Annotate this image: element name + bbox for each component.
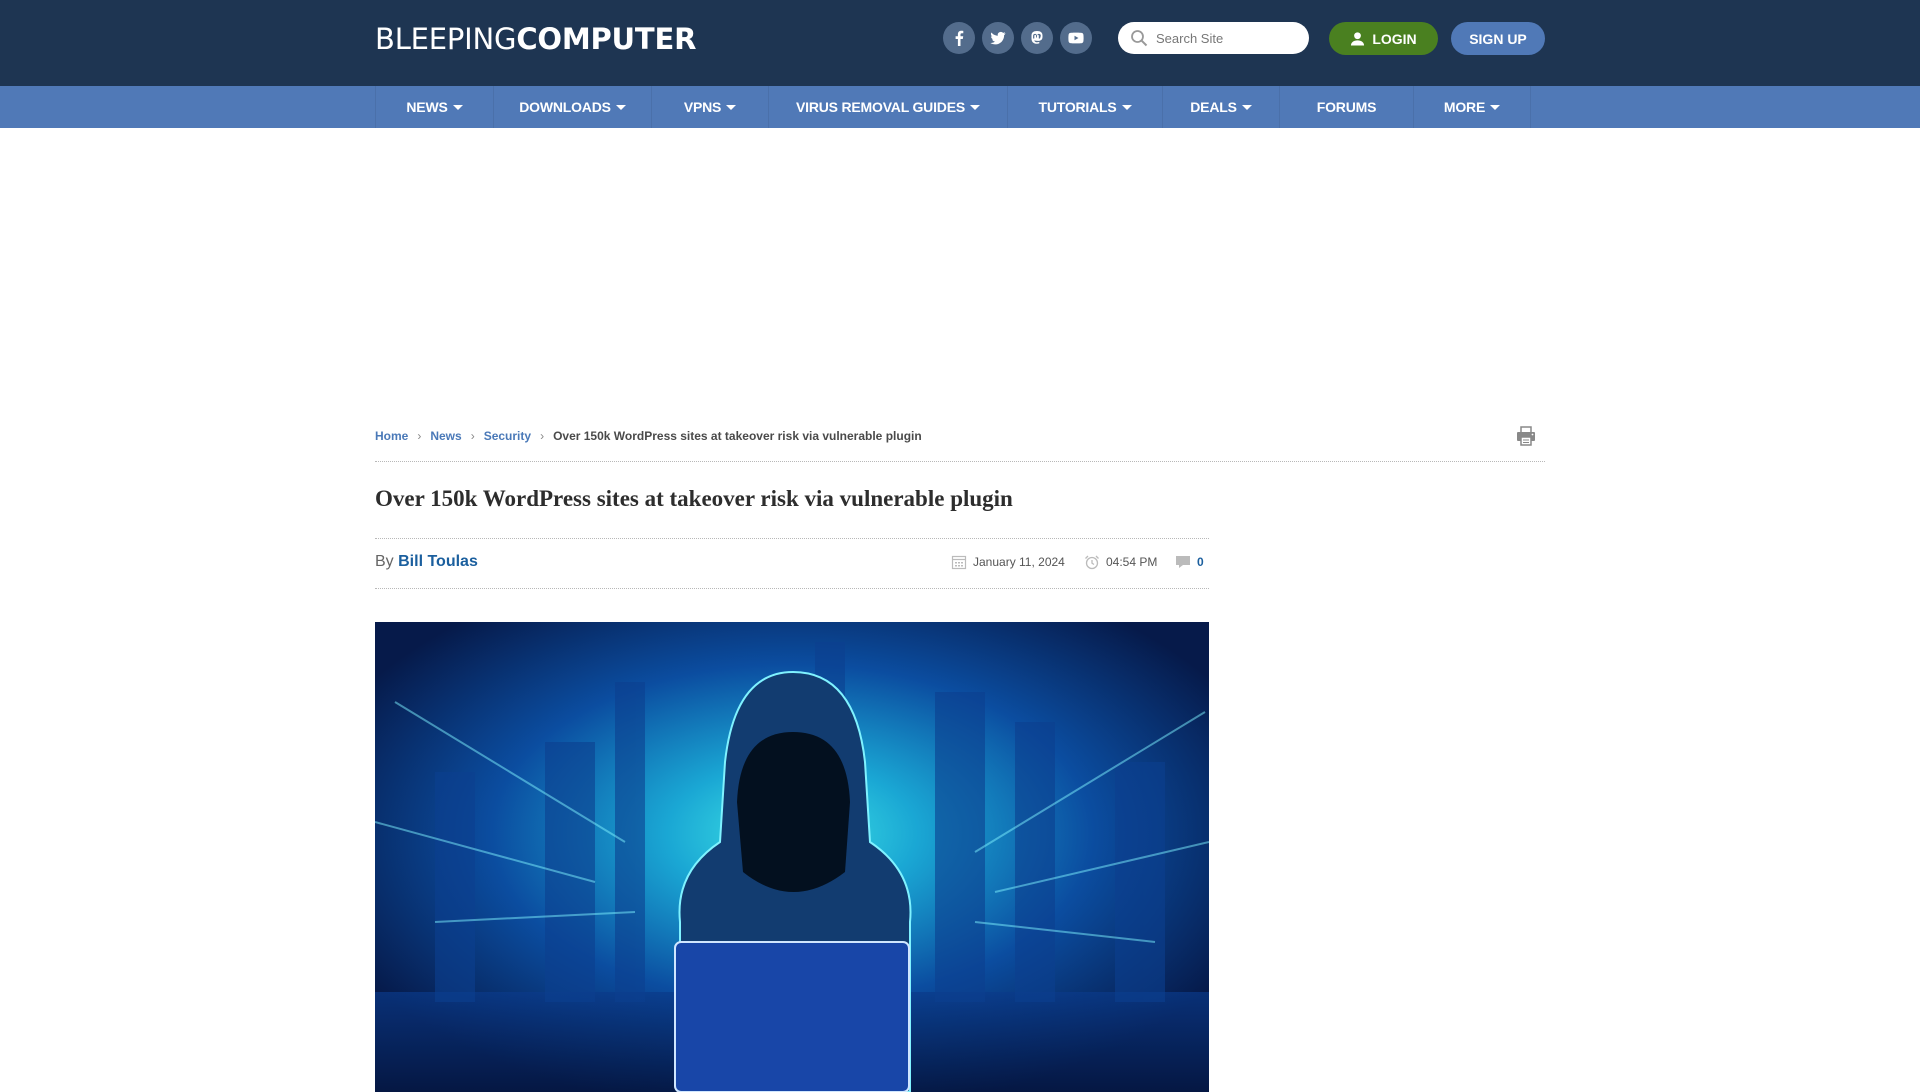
- breadcrumb-divider: [375, 461, 1545, 462]
- byline-top-divider: [375, 538, 1209, 539]
- nav-label: TUTORIALS: [1038, 99, 1117, 115]
- site-logo[interactable]: BLEEPINGCOMPUTER: [375, 22, 696, 56]
- youtube-link[interactable]: [1060, 22, 1092, 54]
- comment-count: 0: [1197, 555, 1204, 569]
- nav-label: MORE: [1443, 99, 1486, 115]
- nav-item-deals[interactable]: DEALS: [1163, 86, 1280, 128]
- logo-bold-text: COMPUTER: [516, 22, 697, 56]
- article-hero-image: [375, 622, 1209, 1092]
- breadcrumb-home[interactable]: Home: [375, 429, 408, 443]
- calendar-icon: [951, 555, 967, 570]
- search-input[interactable]: [1156, 30, 1296, 46]
- breadcrumb-security[interactable]: Security: [484, 429, 531, 443]
- date-text: January 11, 2024: [973, 555, 1065, 569]
- nav-item-downloads[interactable]: DOWNLOADS: [494, 86, 652, 128]
- user-icon: [1351, 32, 1365, 46]
- nav-item-news[interactable]: NEWS: [376, 86, 494, 128]
- nav-item-tutorials[interactable]: TUTORIALS: [1008, 86, 1163, 128]
- caret-down-icon: [1490, 104, 1501, 110]
- hacker-illustration: [375, 622, 1209, 1092]
- twitter-link[interactable]: [982, 22, 1014, 54]
- login-button[interactable]: LOGIN: [1329, 22, 1438, 55]
- article-date: January 11, 2024: [951, 554, 1065, 570]
- byline: By Bill Toulas: [375, 553, 478, 571]
- article-title: Over 150k WordPress sites at takeover ri…: [375, 486, 1013, 511]
- chevron-right-icon: ›: [470, 429, 475, 443]
- facebook-icon: [955, 30, 964, 46]
- nav-item-forums[interactable]: FORUMS: [1280, 86, 1414, 128]
- nav-label: FORUMS: [1316, 99, 1377, 115]
- nav-menu: NEWS DOWNLOADS VPNS VIRUS REMOVAL GUIDES…: [375, 86, 1531, 128]
- nav-item-virus-removal-guides[interactable]: VIRUS REMOVAL GUIDES: [769, 86, 1008, 128]
- youtube-icon: [1068, 32, 1084, 44]
- signup-button[interactable]: SIGN UP: [1451, 22, 1545, 55]
- chevron-right-icon: ›: [540, 429, 545, 443]
- chevron-right-icon: ›: [417, 429, 422, 443]
- logo-light-text: BLEEPING: [375, 22, 517, 56]
- main-nav: NEWS DOWNLOADS VPNS VIRUS REMOVAL GUIDES…: [0, 86, 1920, 128]
- mastodon-link[interactable]: [1021, 22, 1053, 54]
- time-text: 04:54 PM: [1106, 555, 1158, 569]
- nav-label: VPNS: [683, 99, 722, 115]
- print-button[interactable]: [1515, 425, 1537, 447]
- breadcrumb-current: Over 150k WordPress sites at takeover ri…: [553, 429, 922, 443]
- author-link[interactable]: Bill Toulas: [398, 553, 478, 570]
- byline-bottom-divider: [375, 588, 1209, 589]
- facebook-link[interactable]: [943, 22, 975, 54]
- caret-down-icon: [969, 104, 980, 110]
- nav-label: DEALS: [1190, 99, 1237, 115]
- breadcrumb-news[interactable]: News: [430, 429, 461, 443]
- alarm-clock-icon: [1085, 555, 1099, 570]
- signup-label: SIGN UP: [1469, 30, 1527, 47]
- caret-down-icon: [1241, 104, 1252, 110]
- caret-down-icon: [452, 104, 463, 110]
- caret-down-icon: [615, 104, 626, 110]
- search-box[interactable]: [1118, 22, 1309, 54]
- mastodon-icon: [1031, 31, 1043, 44]
- nav-label: NEWS: [406, 99, 448, 115]
- breadcrumb: Home › News › Security › Over 150k WordP…: [375, 429, 922, 443]
- twitter-icon: [990, 31, 1006, 45]
- site-header: BLEEPINGCOMPUTER LOGIN SIGN UP: [0, 0, 1920, 86]
- caret-down-icon: [726, 104, 737, 110]
- article-time: 04:54 PM: [1084, 554, 1157, 570]
- nav-item-vpns[interactable]: VPNS: [652, 86, 769, 128]
- comment-icon: [1176, 556, 1190, 568]
- nav-item-more[interactable]: MORE: [1414, 86, 1531, 128]
- login-label: LOGIN: [1372, 30, 1417, 47]
- nav-label: VIRUS REMOVAL GUIDES: [796, 99, 965, 115]
- nav-label: DOWNLOADS: [519, 99, 611, 115]
- caret-down-icon: [1121, 104, 1132, 110]
- by-label: By: [375, 553, 394, 570]
- search-icon: [1131, 30, 1148, 47]
- printer-icon: [1517, 426, 1535, 446]
- comments-link[interactable]: 0: [1175, 554, 1204, 570]
